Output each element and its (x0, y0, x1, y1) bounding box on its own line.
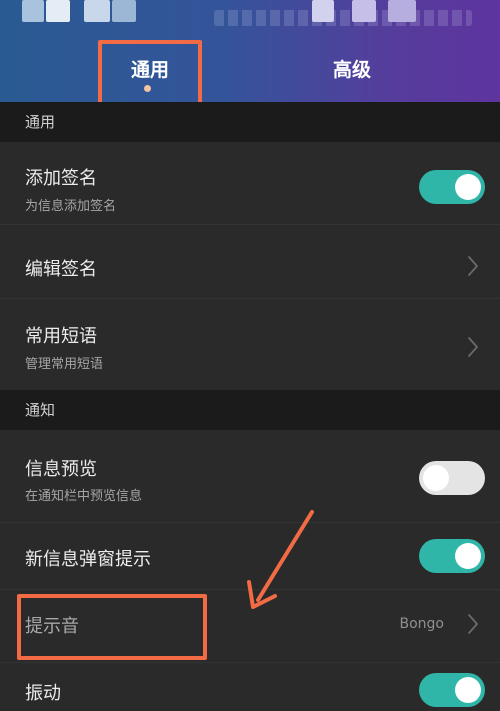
section-header-general: 通用 (0, 102, 500, 142)
obscured-status-area (84, 0, 110, 22)
section-title: 通用 (25, 113, 56, 131)
annotation-box-sound (17, 594, 207, 660)
section-header-notifications: 通知 (0, 390, 500, 430)
settings-screen: 通用 高级 通用 添加签名 为信息添加签名 编辑签名 常用短语 管理常用短语 通… (0, 0, 500, 711)
obscured-status-text (214, 10, 472, 26)
toggle-knob (455, 174, 481, 200)
row-title: 添加签名 (25, 168, 97, 189)
obscured-status-area (112, 0, 136, 22)
setting-common-phrases[interactable]: 常用短语 管理常用短语 (0, 299, 500, 390)
obscured-status-area (46, 0, 70, 22)
row-subtitle: 管理常用短语 (25, 357, 104, 372)
setting-popup-notification[interactable]: 新信息弹窗提示 (0, 523, 500, 589)
chevron-right-icon (468, 614, 478, 634)
message-preview-toggle[interactable] (419, 461, 485, 495)
popup-notification-toggle[interactable] (419, 539, 485, 573)
row-title: 新信息弹窗提示 (25, 549, 151, 570)
row-subtitle: 在通知栏中预览信息 (25, 489, 143, 504)
section-title: 通知 (25, 401, 56, 419)
row-title: 信息预览 (25, 459, 97, 480)
obscured-status-area (352, 0, 376, 22)
chevron-right-icon (468, 337, 478, 357)
notification-sound-value: Bongo (399, 616, 445, 632)
setting-add-signature[interactable]: 添加签名 为信息添加签名 (0, 142, 500, 224)
toggle-knob (455, 677, 481, 703)
add-signature-toggle[interactable] (419, 170, 485, 204)
row-title: 编辑签名 (25, 259, 97, 280)
toggle-knob (455, 543, 481, 569)
obscured-status-area (22, 0, 44, 22)
toggle-knob (423, 465, 449, 491)
row-title: 振动 (25, 683, 61, 704)
chevron-right-icon (468, 256, 478, 276)
obscured-status-area (388, 0, 416, 22)
header-bar: 通用 高级 (0, 0, 500, 102)
tab-advanced[interactable]: 高级 (300, 56, 404, 84)
setting-vibration[interactable]: 振动 (0, 663, 500, 711)
row-subtitle: 为信息添加签名 (25, 199, 117, 214)
vibration-toggle[interactable] (419, 673, 485, 707)
row-title: 常用短语 (25, 326, 97, 347)
setting-message-preview[interactable]: 信息预览 在通知栏中预览信息 (0, 430, 500, 522)
setting-edit-signature[interactable]: 编辑签名 (0, 225, 500, 298)
obscured-status-area (312, 0, 334, 22)
